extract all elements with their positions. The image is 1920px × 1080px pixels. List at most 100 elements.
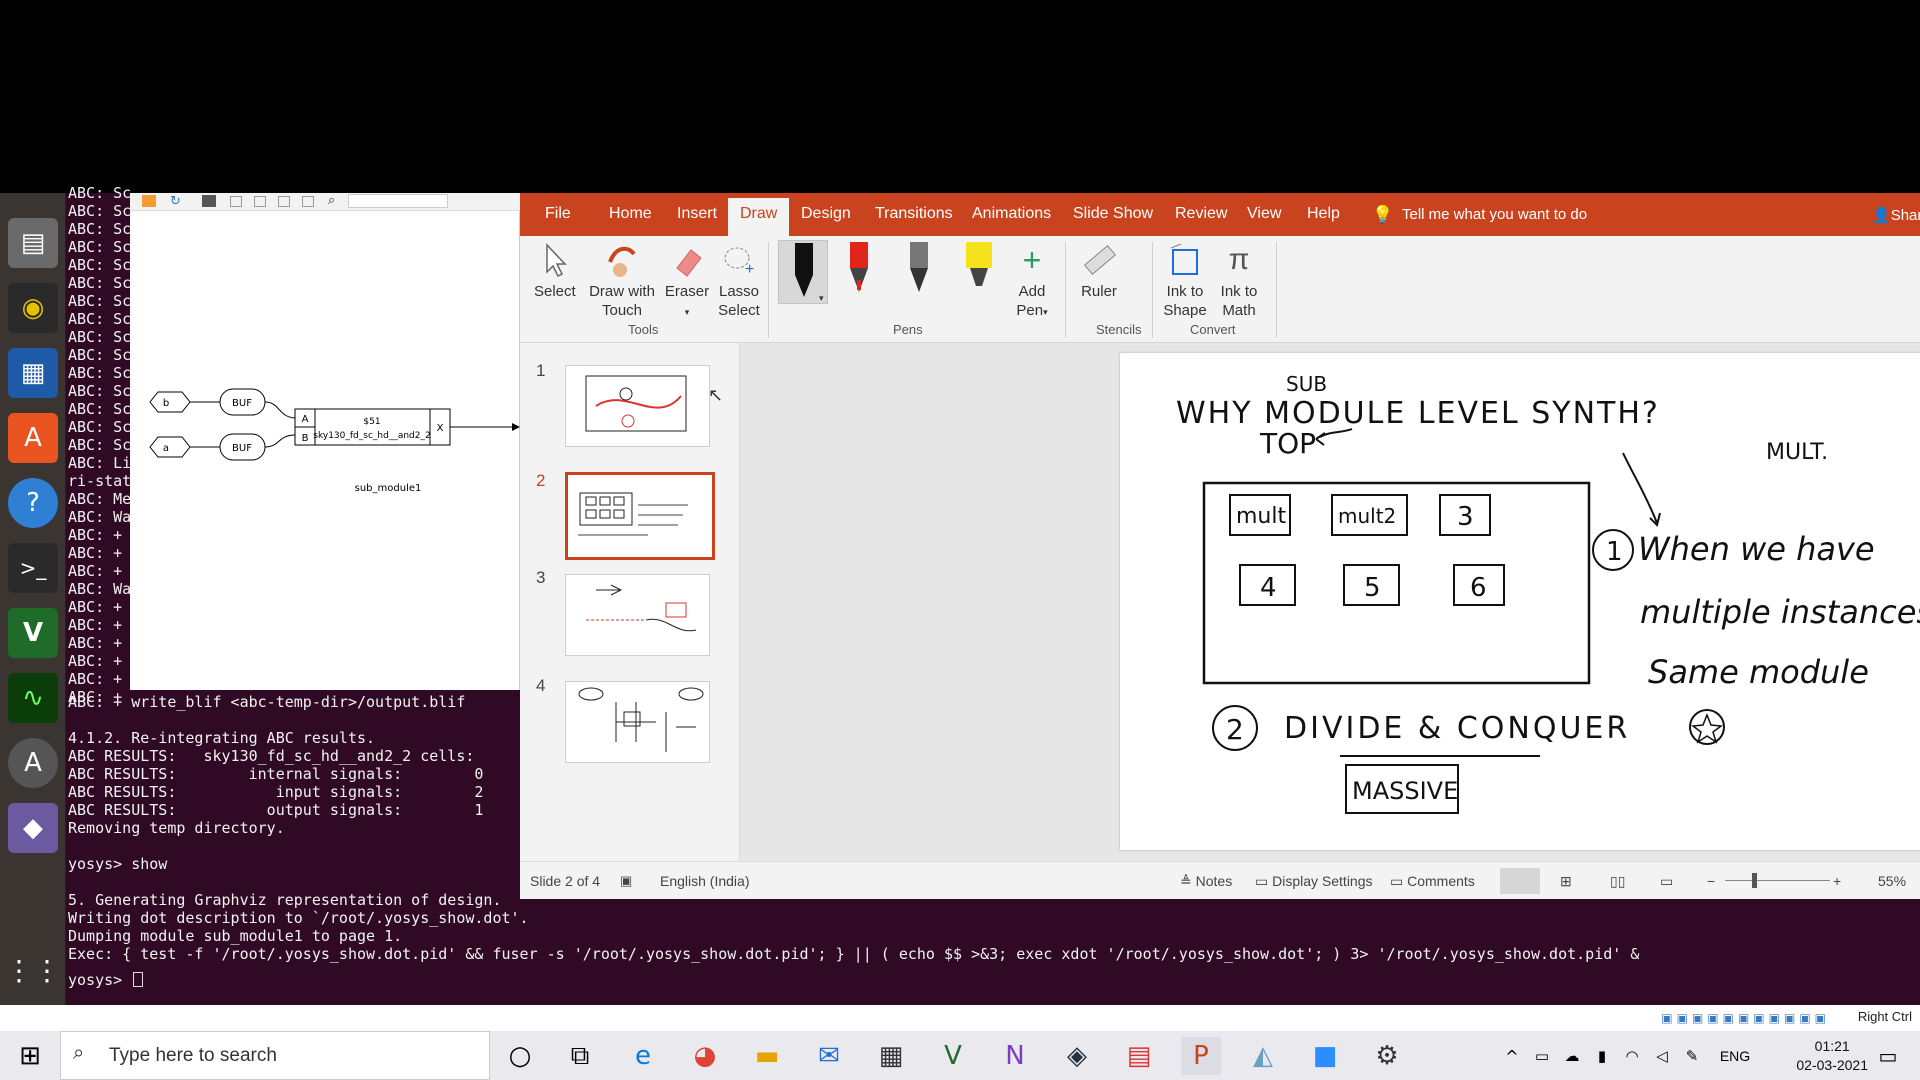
tab-review[interactable]: Review bbox=[1175, 205, 1227, 223]
red-pen-button[interactable] bbox=[838, 240, 878, 304]
black-pen-button[interactable]: ▾ bbox=[778, 240, 828, 304]
taskbar-search[interactable]: ⌕ Type here to search bbox=[60, 1031, 490, 1080]
notes-button[interactable]: ≜ Notes bbox=[1180, 873, 1232, 890]
terminal-line: ABC RESULTS: internal signals: 0 bbox=[68, 765, 484, 783]
tab-design[interactable]: Design bbox=[801, 205, 851, 223]
ink-top: TOP bbox=[1259, 427, 1316, 460]
cortana-icon[interactable]: ○ bbox=[500, 1037, 540, 1075]
language-button[interactable]: ENG bbox=[1715, 1037, 1755, 1075]
spellcheck-icon[interactable]: ▣ bbox=[620, 873, 632, 889]
tab-view[interactable]: View bbox=[1247, 205, 1281, 223]
updater-icon[interactable]: A bbox=[8, 738, 58, 788]
zoom-icon[interactable]: ■ bbox=[1305, 1037, 1345, 1075]
windows-taskbar: Right Ctrl ▣▣▣▣▣▣▣▣▣▣▣ ⊞ ⌕ Type here to … bbox=[0, 1005, 1920, 1080]
zoom-level[interactable]: 55% bbox=[1878, 873, 1906, 889]
terminal-line: ABC: + bbox=[68, 526, 123, 544]
current-slide[interactable]: SUB WHY MODULE LEVEL SYNTH? TOP MULT. mu… bbox=[1120, 353, 1920, 850]
pi-icon: π bbox=[1228, 243, 1250, 276]
lasso-select-button[interactable]: + Lasso Select bbox=[714, 240, 764, 320]
slide-thumbnail-2[interactable] bbox=[565, 472, 715, 560]
gtkwave-icon[interactable]: ∿ bbox=[8, 673, 58, 723]
onenote-icon[interactable]: N bbox=[995, 1037, 1035, 1075]
language-indicator[interactable]: English (India) bbox=[660, 873, 750, 889]
tab-help[interactable]: Help bbox=[1307, 205, 1340, 223]
cell-id-label: $51 bbox=[363, 417, 380, 427]
file-explorer-icon[interactable]: ▬ bbox=[747, 1037, 787, 1075]
task-view-icon[interactable]: ⧉ bbox=[560, 1037, 600, 1075]
files-icon[interactable]: ▤ bbox=[8, 218, 58, 268]
tab-file[interactable]: File bbox=[545, 205, 571, 223]
select-label: Select bbox=[534, 283, 576, 300]
tell-me-search[interactable]: Tell me what you want to do bbox=[1402, 206, 1587, 223]
snip-icon[interactable]: ◭ bbox=[1243, 1037, 1283, 1075]
xdot-icon[interactable]: ◆ bbox=[8, 803, 58, 853]
powerpoint-taskbar-icon[interactable]: P bbox=[1181, 1037, 1221, 1075]
add-pen-button[interactable]: + Add Pen▾ bbox=[1010, 240, 1054, 322]
terminal-line: ABC: + bbox=[68, 670, 123, 688]
ruler-icon bbox=[1083, 245, 1117, 275]
help-icon[interactable]: ? bbox=[8, 478, 58, 528]
mail-icon[interactable]: ✉ bbox=[809, 1037, 849, 1075]
pdf-icon[interactable]: ▤ bbox=[1119, 1037, 1159, 1075]
chrome-icon[interactable]: ◕ bbox=[685, 1037, 725, 1075]
windows-start-icon[interactable]: ⊞ bbox=[10, 1037, 50, 1075]
vim-icon[interactable]: V bbox=[8, 608, 58, 658]
zoom-out-button[interactable]: − bbox=[1707, 873, 1715, 889]
store-icon[interactable]: ▦ bbox=[871, 1037, 911, 1075]
draw-with-touch-button[interactable]: Draw with Touch bbox=[584, 240, 660, 320]
app-grid-icon[interactable]: ⋮⋮ bbox=[5, 945, 61, 995]
zoom-in-button[interactable]: + bbox=[1833, 873, 1841, 889]
ink-to-shape-button[interactable]: Ink to Shape bbox=[1160, 240, 1210, 320]
ruler-button[interactable]: Ruler bbox=[1074, 240, 1124, 301]
eraser-button[interactable]: Eraser ▾ bbox=[662, 240, 712, 322]
slide-2-preview bbox=[578, 492, 688, 536]
terminal-line: ABC: + bbox=[68, 616, 123, 634]
select-button[interactable]: Select bbox=[534, 240, 576, 301]
tab-draw[interactable]: Draw bbox=[728, 198, 790, 236]
draw-with-touch-label-2: Touch bbox=[601, 302, 643, 319]
reading-view-icon[interactable]: ▯▯ bbox=[1610, 873, 1625, 890]
comments-button[interactable]: ▭ Comments bbox=[1390, 873, 1475, 890]
tab-slide-show[interactable]: Slide Show bbox=[1073, 205, 1153, 223]
zoom-slider-thumb[interactable] bbox=[1752, 873, 1757, 888]
tab-home[interactable]: Home bbox=[609, 205, 652, 223]
taskbar-clock[interactable]: 01:21 02-03-2021 bbox=[1796, 1037, 1868, 1075]
pen-icon[interactable]: ✎ bbox=[1672, 1037, 1712, 1075]
slide-thumbnail-4[interactable] bbox=[565, 681, 710, 763]
pencil-button[interactable] bbox=[898, 240, 938, 304]
clock-date: 02-03-2021 bbox=[1796, 1057, 1868, 1073]
ruler-label: Ruler bbox=[1081, 283, 1117, 300]
writer-icon[interactable]: ▦ bbox=[8, 348, 58, 398]
ink-to-shape-label-1: Ink to bbox=[1166, 283, 1204, 300]
tab-insert[interactable]: Insert bbox=[677, 205, 717, 223]
notes-label: Notes bbox=[1195, 873, 1233, 889]
slide-thumbnail-3[interactable] bbox=[565, 574, 710, 656]
settings-icon[interactable]: ⚙ bbox=[1367, 1037, 1407, 1075]
highlighter-icon bbox=[966, 242, 992, 286]
vim-taskbar-icon[interactable]: V bbox=[933, 1037, 973, 1075]
slide-sorter-icon[interactable]: ⊞ bbox=[1560, 873, 1572, 890]
slide-thumbnail-1[interactable] bbox=[565, 365, 710, 447]
virtualbox-icon[interactable]: ◈ bbox=[1057, 1037, 1097, 1075]
rhythmbox-icon[interactable]: ◉ bbox=[8, 283, 58, 333]
notification-icon[interactable]: ▭ bbox=[1868, 1037, 1908, 1075]
zoom-slider-track[interactable] bbox=[1725, 880, 1830, 881]
ink-to-math-button[interactable]: π Ink to Math bbox=[1214, 240, 1264, 320]
software-center-icon[interactable]: A bbox=[8, 413, 58, 463]
terminal-icon[interactable]: >_ bbox=[8, 543, 58, 593]
terminal-prompt-line[interactable]: yosys> bbox=[68, 971, 144, 989]
share-button[interactable]: 👤Shar bbox=[1872, 206, 1920, 224]
eraser-dropdown-icon[interactable]: ▾ bbox=[685, 307, 690, 317]
normal-view-button[interactable] bbox=[1500, 868, 1540, 894]
xdot-window[interactable]: ↻ ⌕ b a BUF BUF A B $51 sky130_fd_sc_hd_… bbox=[130, 193, 520, 690]
tab-animations[interactable]: Animations bbox=[972, 205, 1051, 223]
tab-transitions[interactable]: Transitions bbox=[875, 205, 953, 223]
slide-show-icon[interactable]: ▭ bbox=[1660, 873, 1673, 890]
highlighter-button[interactable] bbox=[958, 240, 998, 304]
edge-icon[interactable]: e bbox=[623, 1037, 663, 1075]
display-settings-button[interactable]: ▭ Display Settings bbox=[1255, 873, 1373, 890]
touch-draw-icon bbox=[608, 246, 636, 277]
terminal-line: ABC: Sc bbox=[68, 382, 132, 400]
terminal-cursor bbox=[133, 972, 144, 987]
terminal-line: ABC: Sc bbox=[68, 220, 132, 238]
